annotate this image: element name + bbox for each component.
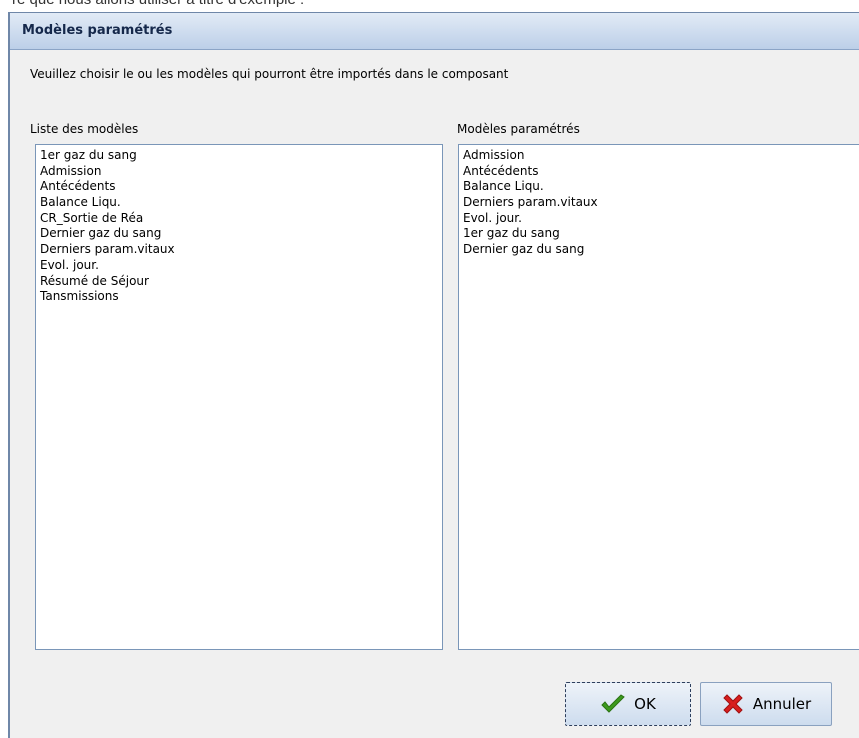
list-item[interactable]: Tansmissions	[40, 289, 438, 305]
list-item[interactable]: 1er gaz du sang	[40, 148, 438, 164]
ok-label: OK	[634, 695, 656, 713]
configured-models-listbox[interactable]: Admission Antécédents Balance Liqu. Dern…	[458, 144, 859, 650]
list-item[interactable]: Antécédents	[463, 164, 859, 180]
list-item[interactable]: 1er gaz du sang	[463, 226, 859, 242]
list-item[interactable]: Admission	[463, 148, 859, 164]
list-item[interactable]: Admission	[40, 164, 438, 180]
list-item[interactable]: Evol. jour.	[463, 211, 859, 227]
list-item[interactable]: Derniers param.vitaux	[40, 242, 438, 258]
available-models-listbox[interactable]: 1er gaz du sang Admission Antécédents Ba…	[35, 144, 443, 650]
list-item[interactable]: Balance Liqu.	[463, 179, 859, 195]
configured-models-label: Modèles paramétrés	[457, 122, 580, 136]
list-item[interactable]: Balance Liqu.	[40, 195, 438, 211]
list-item[interactable]: Antécédents	[40, 179, 438, 195]
background-document-text: re que nous allons utiliser à titre d'ex…	[12, 0, 304, 8]
list-item[interactable]: Derniers param.vitaux	[463, 195, 859, 211]
red-x-icon	[723, 694, 743, 714]
ok-button[interactable]: OK	[565, 682, 691, 726]
list-item[interactable]: Résumé de Séjour	[40, 274, 438, 290]
instructions-text: Veuillez choisir le ou les modèles qui p…	[30, 67, 509, 81]
list-item[interactable]: CR_Sortie de Réa	[40, 211, 438, 227]
list-item[interactable]: Evol. jour.	[40, 258, 438, 274]
available-models-label: Liste des modèles	[30, 122, 139, 136]
cancel-label: Annuler	[752, 695, 812, 713]
models-dialog: Modèles paramétrés Veuillez choisir le o…	[8, 12, 859, 738]
dialog-title: Modèles paramétrés	[10, 13, 859, 50]
cancel-button[interactable]: Annuler	[700, 682, 832, 726]
list-item[interactable]: Dernier gaz du sang	[463, 242, 859, 258]
list-item[interactable]: Dernier gaz du sang	[40, 226, 438, 242]
checkmark-icon	[601, 694, 625, 713]
